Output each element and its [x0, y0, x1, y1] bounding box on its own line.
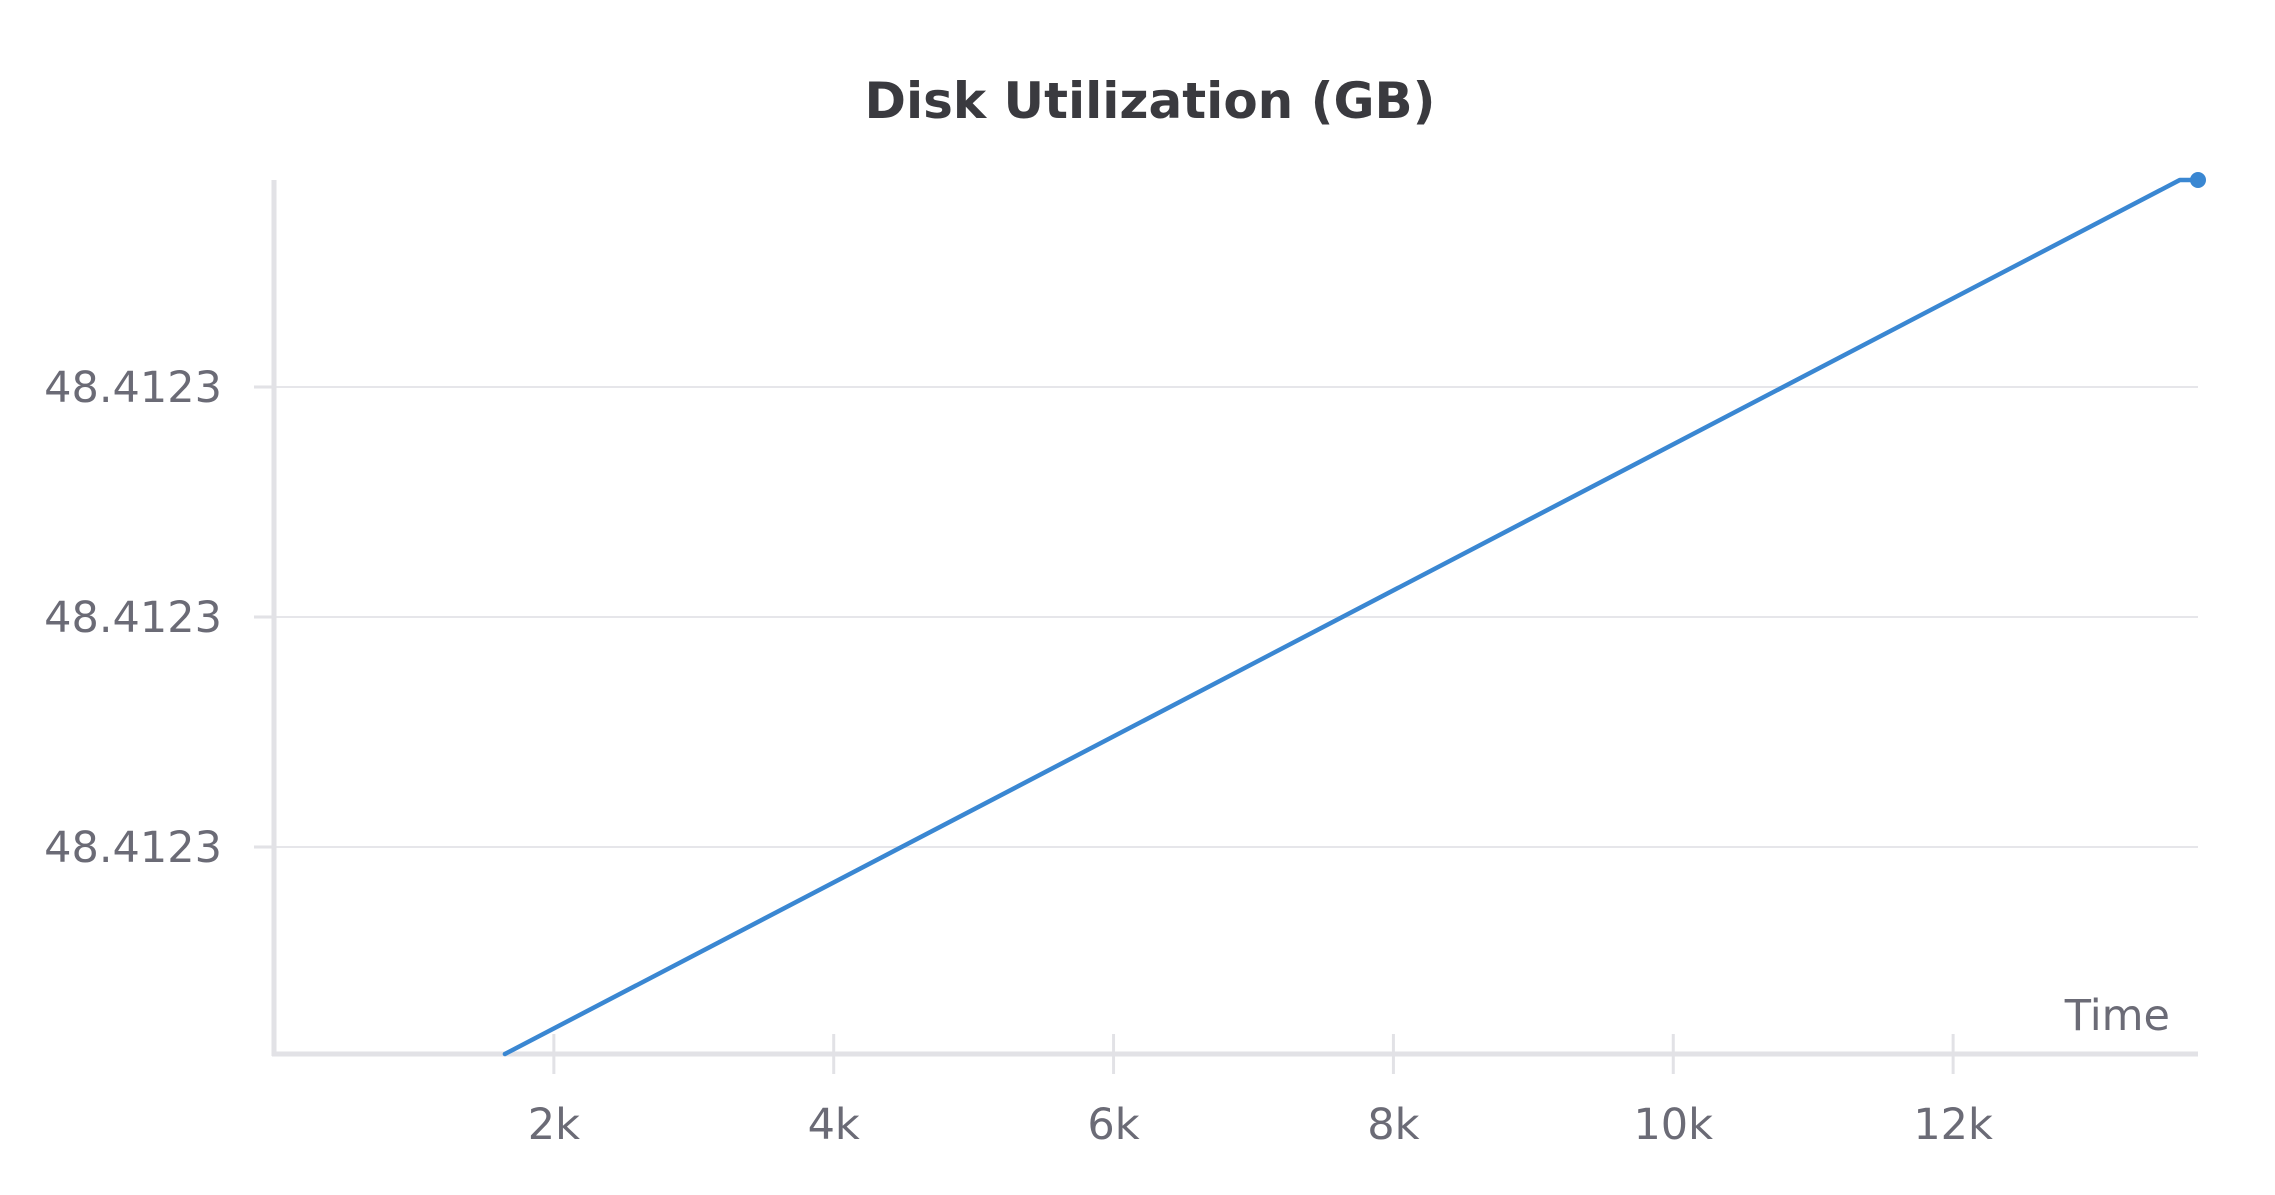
x-axis-label: Time	[2064, 991, 2170, 1041]
y-tick-label-1: 48.4123	[44, 593, 222, 643]
grid-lines	[274, 386, 2198, 848]
x-tick-label-1: 4k	[808, 1100, 860, 1150]
y-tick-label-2: 48.4123	[44, 363, 222, 413]
x-tick-label-2: 6k	[1087, 1100, 1139, 1150]
chart-root: Disk Utilization (GB) 48.4123 48.4123 48.4…	[0, 0, 2275, 1195]
x-tick-label-4: 10k	[1633, 1100, 1713, 1150]
series-end-point-0	[2190, 172, 2206, 188]
axes	[254, 180, 2198, 1074]
x-tick-label-5: 12k	[1913, 1100, 1993, 1150]
tick-labels: 48.4123 48.4123 48.4123 2k 4k 6k 8k 10k 12k	[44, 363, 1993, 1150]
x-tick-label-3: 8k	[1367, 1100, 1419, 1150]
series-layer	[502, 172, 2206, 1057]
disk-utilization-chart: Disk Utilization (GB) 48.412348.412348.4…	[44, 72, 2206, 1150]
y-tick-label-0: 48.4123	[44, 823, 222, 873]
x-tick-label-0: 2k	[528, 1100, 580, 1150]
chart-title: Disk Utilization (GB)	[864, 72, 1435, 130]
